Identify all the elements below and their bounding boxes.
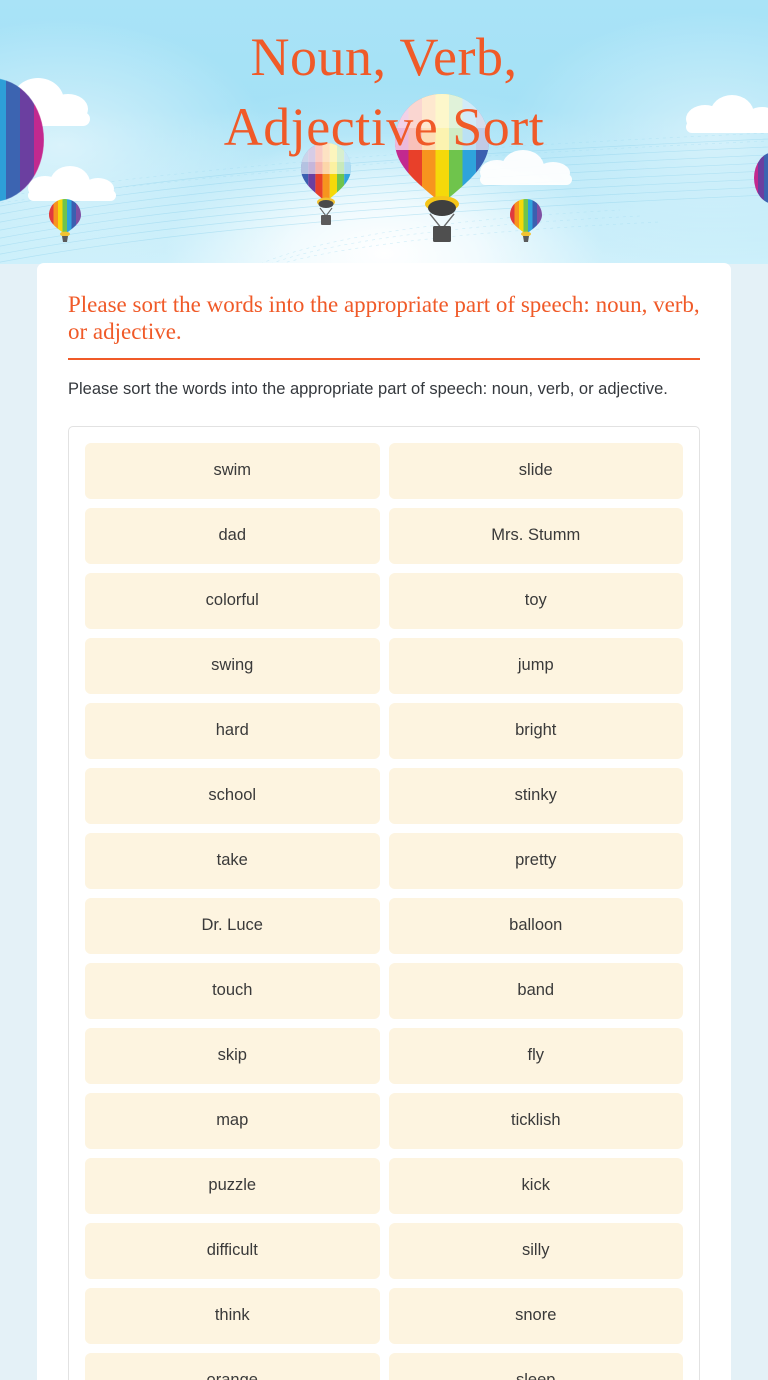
word-tile[interactable]: stinky (388, 767, 683, 824)
word-tile[interactable]: hard (85, 702, 380, 759)
word-tile[interactable]: map (85, 1092, 380, 1149)
word-tile[interactable]: Dr. Luce (85, 897, 380, 954)
hot-air-balloon-icon (508, 198, 544, 246)
page-title-line2: Adjective Sort (223, 97, 545, 157)
page-title: Noun, Verb, Adjective Sort (0, 0, 768, 162)
word-tile[interactable]: sleep (388, 1352, 683, 1380)
worksheet-heading: Please sort the words into the appropria… (68, 292, 700, 344)
word-tile[interactable]: fly (388, 1027, 683, 1084)
word-bank-panel: swim slide dad Mrs. Stumm colorful toy swing ju… (68, 425, 700, 1380)
word-tile[interactable]: balloon (388, 897, 683, 954)
worksheet-card: Please sort the words into the appropria… (37, 263, 731, 1380)
word-tile[interactable]: swim (85, 442, 380, 499)
word-tile[interactable]: skip (85, 1027, 380, 1084)
word-tile[interactable]: school (85, 767, 380, 824)
word-tile[interactable]: ticklish (388, 1092, 683, 1149)
heading-divider (68, 358, 700, 360)
word-tile[interactable]: dad (85, 507, 380, 564)
word-tile[interactable]: snore (388, 1287, 683, 1344)
word-tile[interactable]: bright (388, 702, 683, 759)
worksheet-instructions: Please sort the words into the appropria… (68, 379, 668, 398)
word-tile[interactable]: puzzle (85, 1157, 380, 1214)
word-tile[interactable]: take (85, 832, 380, 889)
word-tile[interactable]: band (388, 962, 683, 1019)
word-tile[interactable]: colorful (85, 572, 380, 629)
word-tile[interactable]: silly (388, 1222, 683, 1279)
word-tile[interactable]: difficult (85, 1222, 380, 1279)
word-tile[interactable]: think (85, 1287, 380, 1344)
word-tile[interactable]: toy (388, 572, 683, 629)
word-tile[interactable]: kick (388, 1157, 683, 1214)
word-tile[interactable]: Mrs. Stumm (388, 507, 683, 564)
header-banner: Noun, Verb, Adjective Sort (0, 0, 768, 264)
word-tile[interactable]: slide (388, 442, 683, 499)
word-tile[interactable]: swing (85, 637, 380, 694)
word-tile[interactable]: jump (388, 637, 683, 694)
word-tile[interactable]: pretty (388, 832, 683, 889)
hot-air-balloon-icon (47, 198, 83, 246)
word-bank-grid: swim slide dad Mrs. Stumm colorful toy swing ju… (85, 442, 683, 1380)
word-tile[interactable]: orange (85, 1352, 380, 1380)
page-title-line1: Noun, Verb, (250, 27, 518, 87)
word-tile[interactable]: touch (85, 962, 380, 1019)
